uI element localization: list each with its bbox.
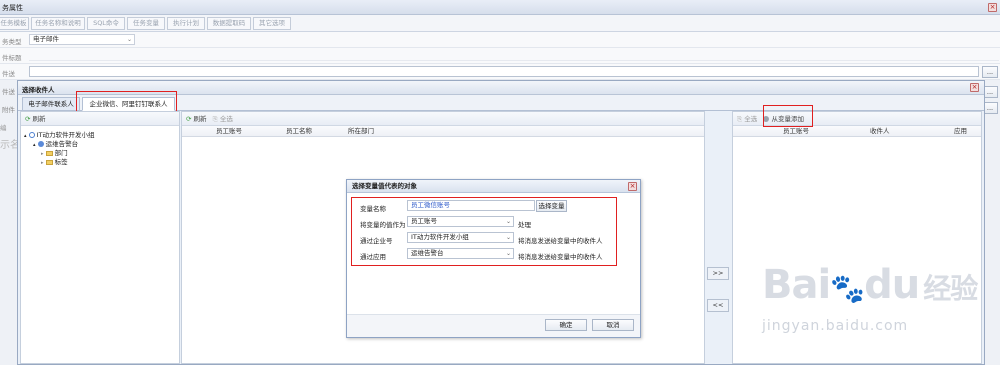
watermark-brand2: du bbox=[864, 262, 920, 308]
expand-icon[interactable]: ▴ bbox=[33, 142, 36, 148]
treat-as-select[interactable]: 员工账号 ⌄ bbox=[407, 216, 514, 227]
app-suffix: 将消息发送给变量中的收件人 bbox=[518, 253, 603, 261]
refresh-icon[interactable]: ⟳ bbox=[25, 112, 30, 126]
highlight-wechat-tab bbox=[76, 91, 177, 113]
folder-icon bbox=[45, 159, 53, 165]
corp-select[interactable]: IT动力软件开发小组 ⌄ bbox=[407, 232, 514, 243]
tab-schedule[interactable]: 执行计划 bbox=[167, 17, 205, 30]
treat-as-value: 员工账号 bbox=[411, 217, 437, 225]
corp-label: 通过企业号 bbox=[360, 237, 393, 245]
select-variable-button[interactable]: 选择变量 bbox=[536, 200, 567, 212]
cancel-button[interactable]: 取消 bbox=[592, 319, 634, 331]
app-label: 通过应用 bbox=[360, 253, 386, 261]
tab-template[interactable]: 任务模板 bbox=[0, 17, 29, 30]
tab-variables[interactable]: 任务变量 bbox=[127, 17, 165, 30]
chevron-down-icon: ⌄ bbox=[505, 218, 511, 225]
left-refresh-button[interactable]: 刷新 bbox=[33, 115, 46, 123]
subject-input[interactable] bbox=[29, 50, 999, 61]
watermark-url: jingyan.baidu.com bbox=[762, 318, 909, 334]
watermark-brand: Bai bbox=[762, 262, 831, 308]
highlight-add-from-variable bbox=[763, 105, 813, 127]
watermark-logo: Bai🐾du 经验 bbox=[762, 262, 978, 308]
mid-toolbar: ⟳ 刷新 ⎘ 全选 bbox=[182, 112, 704, 126]
dialog-title: 选择收件人 bbox=[22, 86, 55, 94]
chevron-down-icon: ⌄ bbox=[126, 36, 132, 43]
chevron-down-icon: ⌄ bbox=[505, 234, 511, 241]
move-left-button[interactable]: << bbox=[707, 299, 729, 312]
edit-label-text: 编 bbox=[0, 124, 7, 132]
tab-other[interactable]: 其它选项 bbox=[253, 17, 291, 30]
form-row-subject: 件标题 bbox=[0, 48, 1000, 64]
modal-close-icon[interactable]: × bbox=[628, 182, 637, 191]
variable-target-modal: 选择变量值代表的对象 × 变量名称 员工微信账号 选择变量 将变量的值作为 员工… bbox=[346, 179, 641, 338]
right-column-header: 员工账号 收件人 应用 bbox=[733, 126, 981, 137]
window-title: 务属性 bbox=[2, 4, 23, 12]
corp-suffix: 将消息发送给变量中的收件人 bbox=[518, 237, 603, 245]
collapse-icon[interactable]: ▸ bbox=[41, 160, 44, 166]
mid-selectall-button[interactable]: 全选 bbox=[220, 115, 233, 123]
form-row-type: 务类型 电子邮件 ⌄ bbox=[0, 32, 1000, 48]
tab-email-contacts[interactable]: 电子邮件联系人 bbox=[22, 97, 80, 111]
select-all-icon: ⎘ bbox=[737, 115, 743, 123]
col-department[interactable]: 所在部门 bbox=[348, 126, 374, 137]
expand-icon[interactable]: ▴ bbox=[24, 133, 27, 139]
mid-column-header: 员工账号 员工名称 所在部门 bbox=[182, 126, 704, 137]
tab-name-desc[interactable]: 任务名称和说明 bbox=[31, 17, 85, 30]
col-recipient[interactable]: 收件人 bbox=[870, 126, 890, 137]
treat-as-label: 将变量的值作为 bbox=[360, 221, 406, 229]
tab-extract-code[interactable]: 数据提取码 bbox=[207, 17, 251, 30]
modal-title: 选择变量值代表的对象 bbox=[352, 182, 417, 190]
form-row-3: 件送 ... bbox=[0, 64, 1000, 80]
modal-titlebar: 选择变量值代表的对象 bbox=[347, 180, 640, 193]
watermark-brand3: 经验 bbox=[923, 272, 978, 305]
col-account[interactable]: 员工账号 bbox=[216, 126, 242, 137]
edit-label: 编 bbox=[0, 122, 17, 134]
right-selectall-button[interactable]: 全选 bbox=[744, 115, 757, 123]
row5-label: 附件 bbox=[2, 106, 15, 114]
type-select-value: 电子邮件 bbox=[33, 35, 59, 43]
select-all-icon: ⎘ bbox=[212, 115, 218, 123]
treat-as-suffix: 处理 bbox=[518, 221, 531, 229]
tree-leaf2-label: 标签 bbox=[54, 158, 68, 166]
row3-label: 件送 bbox=[2, 70, 15, 78]
var-name-input[interactable]: 员工微信账号 bbox=[407, 200, 535, 211]
col-name[interactable]: 员工名称 bbox=[286, 126, 312, 137]
refresh-icon[interactable]: ⟳ bbox=[186, 112, 191, 126]
col-account[interactable]: 员工账号 bbox=[783, 126, 809, 137]
subject-label: 件标题 bbox=[2, 54, 22, 62]
row3-input[interactable] bbox=[29, 66, 979, 77]
paw-icon: 🐾 bbox=[830, 272, 865, 305]
col-app[interactable]: 应用 bbox=[954, 126, 967, 137]
tree-leaf-tag[interactable]: ▸ 标签 bbox=[41, 156, 68, 166]
var-name-value: 员工微信账号 bbox=[411, 201, 450, 209]
app-select[interactable]: 运维告警台 ⌄ bbox=[407, 248, 514, 259]
row3-ellipsis-button[interactable]: ... bbox=[982, 66, 998, 78]
window-titlebar: 务属性 × bbox=[0, 0, 1000, 15]
tab-sql[interactable]: SQL命令 bbox=[87, 17, 125, 30]
folder-icon bbox=[45, 150, 53, 156]
mid-refresh-button[interactable]: 刷新 bbox=[194, 115, 207, 123]
window-close-icon[interactable]: × bbox=[988, 3, 997, 12]
row4-label: 件送 bbox=[2, 88, 15, 96]
type-label: 务类型 bbox=[2, 38, 22, 46]
var-name-label: 变量名称 bbox=[360, 205, 386, 213]
org-tree-panel: ⟳ 刷新 ▴ IT动力软件开发小组 ▴ 运维告警台 ▸ 部门 ▸ 标签 bbox=[20, 111, 180, 364]
corp-value: IT动力软件开发小组 bbox=[411, 233, 469, 241]
dialog-close-icon[interactable]: × bbox=[970, 83, 979, 92]
chevron-down-icon: ⌄ bbox=[505, 250, 511, 257]
move-right-button[interactable]: >> bbox=[707, 267, 729, 280]
left-toolbar: ⟳ 刷新 bbox=[21, 112, 179, 126]
app-value: 运维告警台 bbox=[411, 249, 444, 257]
ok-button[interactable]: 确定 bbox=[545, 319, 587, 331]
type-select[interactable]: 电子邮件 ⌄ bbox=[29, 34, 135, 45]
